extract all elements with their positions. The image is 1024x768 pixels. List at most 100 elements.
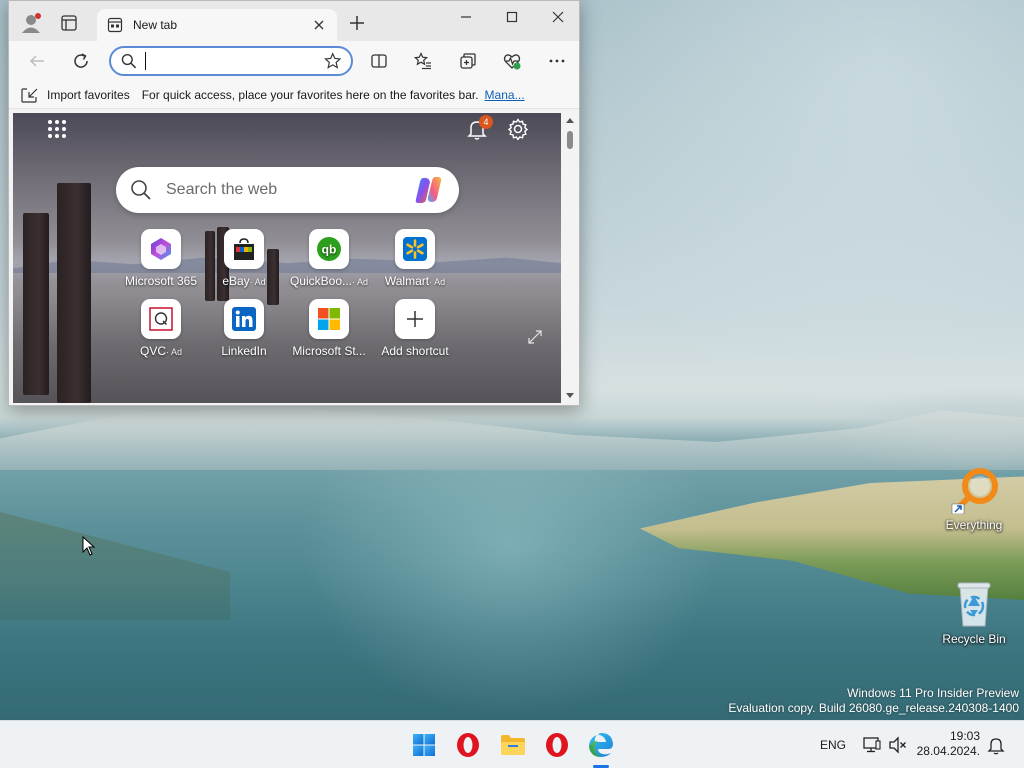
tile-label: eBay [222,274,250,288]
favorites-bar: Import favorites For quick access, place… [9,81,579,109]
tile-label: Walmart [384,274,430,288]
refresh-button[interactable] [65,47,97,75]
qvc-icon [141,299,181,339]
mouse-cursor-icon [82,535,96,556]
desktop-icon-everything[interactable]: Everything [932,466,1016,532]
quick-link-ebay[interactable]: eBay· Ad [199,229,289,288]
edge-browser-window: New tab Import favorites For quick acces… [8,0,580,406]
maximize-button[interactable] [489,1,535,33]
favorites-bar-hint: For quick access, place your favorites h… [141,87,479,102]
system-clock[interactable]: 19:03 28.04.2024. [914,729,980,759]
close-tab-button[interactable] [311,17,327,33]
plus-icon [395,299,435,339]
microsoft-store-icon [309,299,349,339]
quick-link-walmart[interactable]: Walmart· Ad [370,229,460,288]
wooden-post [23,213,49,395]
tab-new-tab[interactable]: New tab [97,9,337,41]
input-language-indicator[interactable]: ENG [820,738,846,752]
address-input[interactable] [147,53,324,69]
page-scrollbar[interactable] [563,113,577,403]
taskbar: ENG 19:03 28.04.2024. [0,720,1024,768]
quick-link-linkedin[interactable]: LinkedIn [199,299,289,358]
browser-essentials-button[interactable] [496,47,528,75]
quick-link-quickbooks[interactable]: qb QuickBoo...· Ad [284,229,374,288]
taskbar-edge-button[interactable] [585,729,617,761]
taskbar-file-explorer-button[interactable] [497,729,529,761]
minimize-button[interactable] [443,1,489,33]
tile-label: Microsoft St... [292,344,366,358]
quick-link-microsoft-365[interactable]: Microsoft 365 [116,229,206,288]
web-search-box[interactable]: Search the web [116,167,459,213]
new-tab-button[interactable] [343,9,371,37]
linkedin-icon [224,299,264,339]
taskbar-opera-button[interactable] [541,729,573,761]
quick-link-microsoft-store[interactable]: Microsoft St... [284,299,374,358]
manage-favorites-link[interactable]: Mana... [485,88,525,102]
search-placeholder: Search the web [166,181,278,198]
volume-muted-icon[interactable] [888,735,908,755]
desktop-icon-label: Recycle Bin [942,632,1006,646]
sky-glow [540,0,1024,420]
folder-icon [501,735,525,755]
desktop-icon-recycle-bin[interactable]: Recycle Bin [932,580,1016,646]
walmart-icon [395,229,435,269]
edge-icon [589,733,613,757]
close-window-button[interactable] [535,1,579,33]
split-screen-button[interactable] [363,47,395,75]
tab-title: New tab [133,18,178,32]
navigation-toolbar [9,41,579,81]
watermark-line-1: Windows 11 Pro Insider Preview [847,686,1019,700]
ad-marker: · Ad [166,347,183,357]
start-button[interactable] [408,729,440,761]
taskbar-opera-button[interactable] [452,729,484,761]
tab-actions-button[interactable] [55,9,83,37]
scroll-up-arrow-icon[interactable] [566,118,574,123]
desktop-icon-label: Everything [945,518,1003,532]
close-icon [552,11,564,23]
tile-label: LinkedIn [221,344,267,358]
opera-icon [457,733,479,757]
wooden-post [57,183,91,403]
plus-icon [350,16,364,30]
scroll-down-arrow-icon[interactable] [566,393,574,398]
refresh-icon [74,53,88,68]
notification-center-bell-icon[interactable] [986,735,1006,755]
add-shortcut-tile[interactable]: Add shortcut [370,299,460,358]
clock-time: 19:03 [949,729,980,743]
profile-button[interactable] [17,9,45,37]
title-bar: New tab [9,1,579,41]
everything-icon [950,466,998,515]
ad-marker: · Ad [429,277,446,287]
copilot-icon[interactable] [413,174,445,206]
add-favorite-star-icon[interactable] [323,52,341,70]
notification-badge: 4 [479,115,493,129]
collections-icon [460,53,476,69]
more-options-button[interactable] [541,47,573,75]
favorites-button[interactable] [407,47,439,75]
expand-icon[interactable] [527,329,543,345]
address-bar[interactable] [109,46,353,76]
search-icon [131,180,151,200]
tile-label: QVC [139,344,166,358]
collections-button[interactable] [452,47,484,75]
network-icon[interactable] [862,735,882,755]
minimize-icon [461,16,471,18]
page-settings-gear-icon[interactable] [507,118,529,140]
import-favorites-button[interactable]: Import favorites [21,87,130,103]
water-reflection [300,470,720,720]
import-favorites-label: Import favorites [47,87,130,102]
tile-label: QuickBoo... [289,274,352,288]
ad-marker: · Ad [352,277,369,287]
profile-icon [22,13,41,33]
scrollbar-thumb[interactable] [567,131,573,149]
left-shore [0,512,230,620]
import-icon [21,87,38,103]
ad-marker: · Ad [249,277,266,287]
watermark-line-2: Evaluation copy. Build 26080.ge_release.… [728,701,1019,715]
arrow-left-icon [29,55,44,67]
quick-link-qvc[interactable]: QVC· Ad [116,299,206,358]
apps-grid-icon[interactable] [47,119,67,139]
ebay-icon [224,229,264,269]
back-button[interactable] [21,47,53,75]
text-caret [144,52,146,70]
